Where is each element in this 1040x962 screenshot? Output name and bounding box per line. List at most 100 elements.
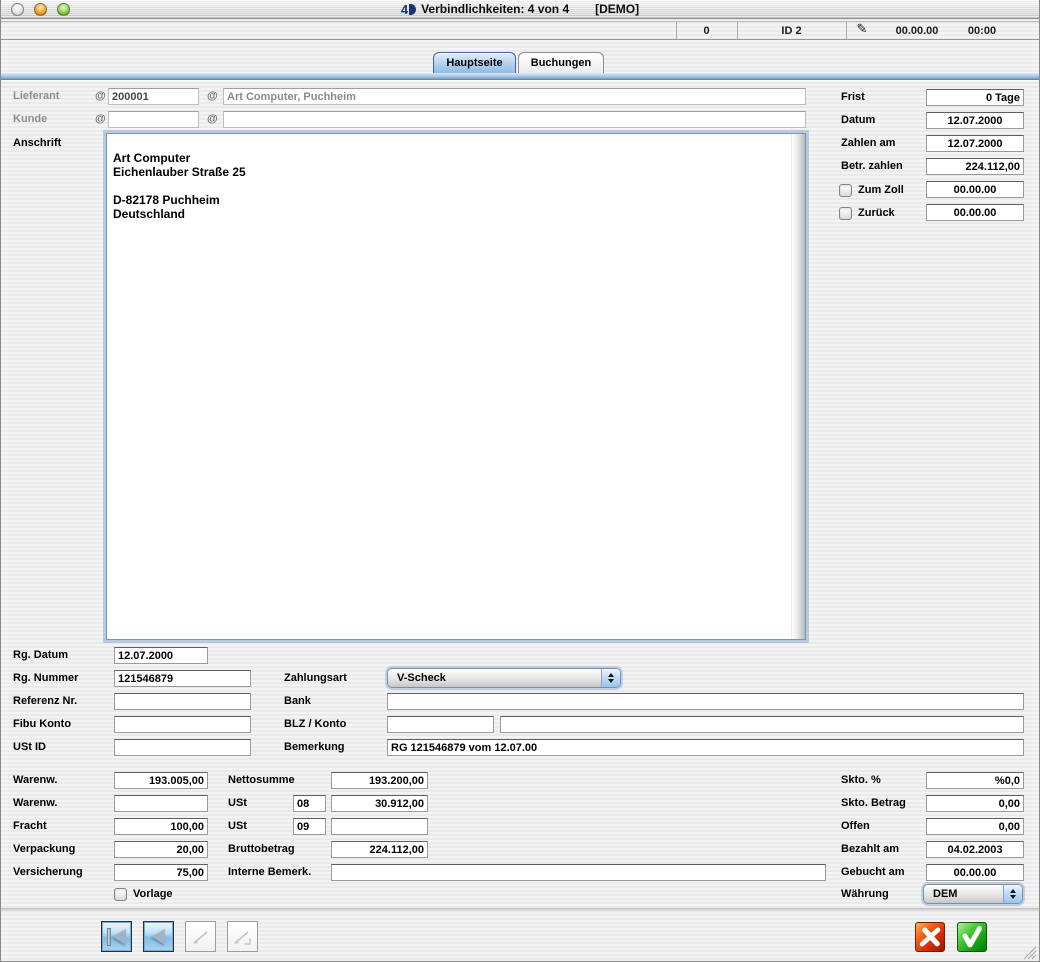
verpackung-label: Verpackung xyxy=(13,841,75,858)
first-record-button[interactable] xyxy=(101,921,132,952)
bemerkung-field[interactable]: RG 121546879 vom 12.07.00 xyxy=(387,739,1024,756)
warenw1-label: Warenw. xyxy=(13,772,57,789)
versicherung-label: Versicherung xyxy=(13,864,83,881)
lieferant-name-field[interactable]: Art Computer, Puchheim xyxy=(223,88,806,105)
toolbar-separator xyxy=(846,22,847,39)
skto-betrag-field[interactable]: 0,00 xyxy=(926,795,1024,812)
ust2-code-field[interactable]: 09 xyxy=(293,818,326,835)
ust1-code-field[interactable]: 08 xyxy=(293,795,326,812)
bank-field[interactable] xyxy=(387,693,1024,710)
rg-nummer-field[interactable]: 121546879 xyxy=(114,670,251,687)
gebucht-am-field[interactable]: 00.00.00 xyxy=(926,864,1024,881)
window-title: Verbindlichkeiten: 4 von 4 xyxy=(421,2,569,16)
first-record-bar-icon xyxy=(107,928,111,946)
stepper-icon xyxy=(601,669,620,687)
betr-zahlen-field[interactable]: 224.112,00 xyxy=(926,158,1024,175)
kunde-name-field[interactable] xyxy=(223,111,806,128)
ok-button[interactable] xyxy=(957,922,987,952)
datum-label: Datum xyxy=(841,112,875,129)
at-icon: @ xyxy=(95,88,106,105)
versicherung-field[interactable]: 75,00 xyxy=(114,864,208,881)
ust1-label: USt xyxy=(228,795,247,812)
blz-konto-label: BLZ / Konto xyxy=(284,716,346,733)
zahlen-am-field[interactable]: 12.07.2000 xyxy=(926,135,1024,152)
zurueck-checkbox[interactable] xyxy=(839,207,852,220)
zahlungsart-popup[interactable]: V-Scheck xyxy=(387,668,621,688)
next-record-button[interactable] xyxy=(185,921,216,952)
close-window-icon[interactable] xyxy=(11,3,24,16)
zum-zoll-label: Zum Zoll xyxy=(858,182,904,199)
fibu-konto-field[interactable] xyxy=(114,716,251,733)
ust-id-label: USt ID xyxy=(13,739,46,756)
zahlungsart-label: Zahlungsart xyxy=(284,670,347,687)
warenw2-label: Warenw. xyxy=(13,795,57,812)
bemerkung-label: Bemerkung xyxy=(284,739,345,756)
fibu-konto-label: Fibu Konto xyxy=(13,716,71,733)
bruttobetrag-label: Bruttobetrag xyxy=(228,841,295,858)
status-counter: 0 xyxy=(677,24,736,38)
skto-betrag-label: Skto. Betrag xyxy=(841,795,906,812)
status-time: 00:00 xyxy=(952,24,1012,38)
bezahlt-am-field[interactable]: 04.02.2003 xyxy=(926,841,1024,858)
at-icon: @ xyxy=(207,88,218,105)
warenw1-field[interactable]: 193.005,00 xyxy=(114,772,208,789)
cancel-button[interactable] xyxy=(915,922,945,952)
fracht-field[interactable]: 100,00 xyxy=(114,818,208,835)
frist-label: Frist xyxy=(841,89,865,106)
verpackung-field[interactable]: 20,00 xyxy=(114,841,208,858)
ust2-betrag-field[interactable] xyxy=(331,818,428,835)
bank-label: Bank xyxy=(284,693,311,710)
bruttobetrag-field[interactable]: 224.112,00 xyxy=(331,841,428,858)
app-4d-logo-icon: 4 xyxy=(401,2,416,17)
ust1-betrag-field[interactable]: 30.912,00 xyxy=(331,795,428,812)
rg-datum-field[interactable]: 12.07.2000 xyxy=(114,647,208,664)
last-record-button[interactable] xyxy=(227,921,258,952)
zum-zoll-checkbox[interactable] xyxy=(839,184,852,197)
gebucht-am-label: Gebucht am xyxy=(841,864,905,881)
left-triangle-icon xyxy=(113,929,126,945)
zurueck-datum-field[interactable]: 00.00.00 xyxy=(926,204,1024,221)
ust2-label: USt xyxy=(228,818,247,835)
previous-record-button[interactable] xyxy=(143,921,174,952)
at-icon: @ xyxy=(207,111,218,128)
minimize-window-icon[interactable] xyxy=(34,3,47,16)
anschrift-text: Art Computer Eichenlauber Straße 25 D-82… xyxy=(113,151,246,221)
app-window: 4 Verbindlichkeiten: 4 von 4 [DEMO] 0 ID… xyxy=(0,0,1040,962)
warenw2-field[interactable] xyxy=(114,795,208,812)
resize-grip[interactable] xyxy=(1021,944,1038,961)
nettosumme-field[interactable]: 193.200,00 xyxy=(331,772,428,789)
kunde-label: Kunde xyxy=(13,111,47,128)
check-icon xyxy=(958,923,986,951)
at-icon: @ xyxy=(95,111,106,128)
konto-field[interactable] xyxy=(500,716,1024,733)
lieferant-nr-field[interactable]: 200001 xyxy=(108,88,199,105)
status-record-id: ID 2 xyxy=(738,24,845,38)
waehrung-popup[interactable]: DEM xyxy=(923,884,1023,904)
tab-hauptseite[interactable]: Hauptseite xyxy=(433,52,516,73)
title-bar: 4 Verbindlichkeiten: 4 von 4 [DEMO] xyxy=(1,0,1039,19)
zurueck-label: Zurück xyxy=(858,205,895,222)
waehrung-label: Währung xyxy=(841,886,889,903)
offen-field[interactable]: 0,00 xyxy=(926,818,1024,835)
x-icon xyxy=(916,923,944,951)
datum-field[interactable]: 12.07.2000 xyxy=(926,112,1024,129)
vorlage-checkbox[interactable] xyxy=(114,888,127,901)
waehrung-value: DEM xyxy=(933,888,957,900)
zum-zoll-datum-field[interactable]: 00.00.00 xyxy=(926,181,1024,198)
referenz-nr-field[interactable] xyxy=(114,693,251,710)
kunde-nr-field[interactable] xyxy=(108,111,199,128)
frist-field[interactable]: 0 Tage xyxy=(926,89,1024,106)
interne-bemerk-field[interactable] xyxy=(331,864,826,881)
ust-id-field[interactable] xyxy=(114,739,251,756)
bezahlt-am-label: Bezahlt am xyxy=(841,841,899,858)
fracht-label: Fracht xyxy=(13,818,47,835)
tab-buchungen[interactable]: Buchungen xyxy=(518,52,604,73)
skto-prozent-field[interactable]: %0,0 xyxy=(926,772,1024,789)
blz-field[interactable] xyxy=(387,716,494,733)
bottom-separator xyxy=(1,908,1039,913)
anschrift-textarea[interactable]: Art Computer Eichenlauber Straße 25 D-82… xyxy=(106,133,806,640)
rg-nummer-label: Rg. Nummer xyxy=(13,670,78,687)
scrollbar-track[interactable] xyxy=(791,134,805,639)
zoom-window-icon[interactable] xyxy=(57,3,70,16)
pencil-icon: ✎ xyxy=(853,23,871,37)
